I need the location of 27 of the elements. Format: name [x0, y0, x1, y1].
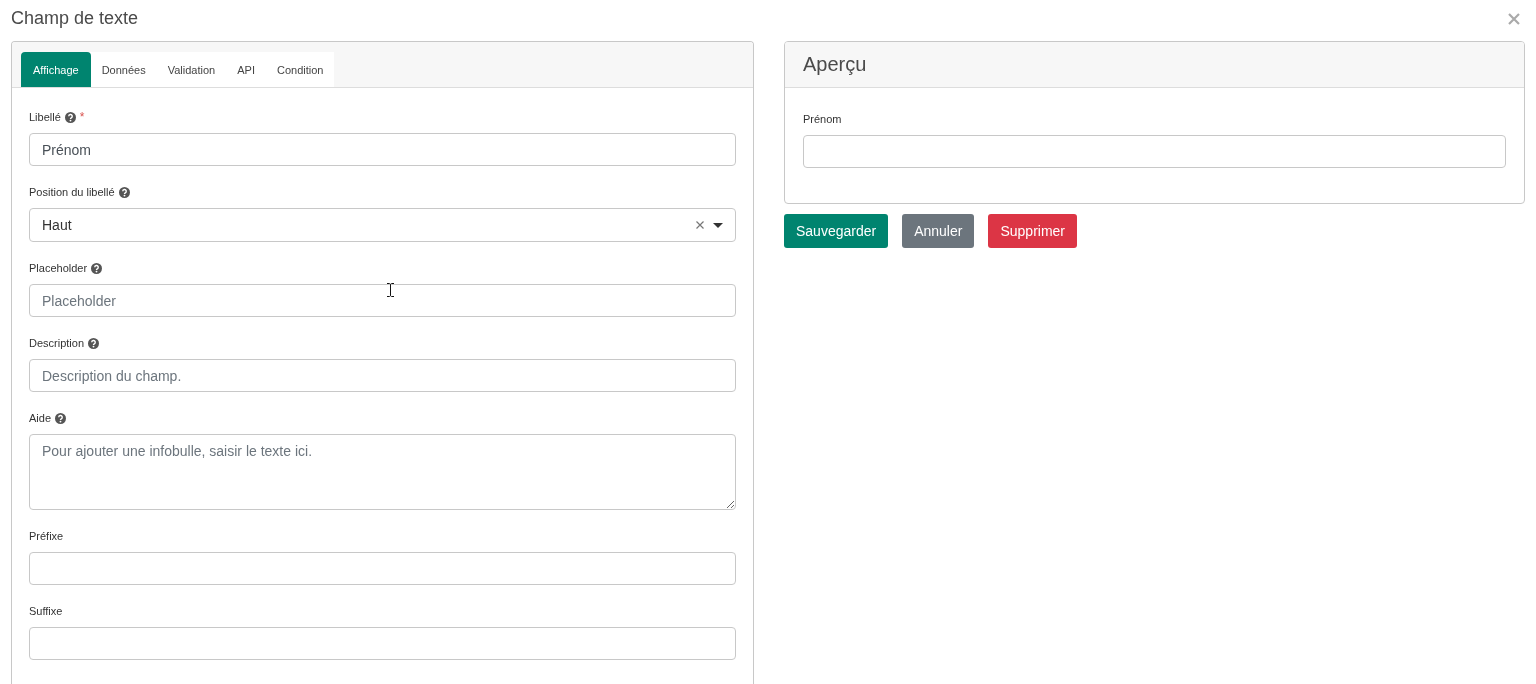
- tab[interactable]: Affichage: [21, 52, 91, 87]
- text-field[interactable]: [29, 552, 736, 585]
- text-field[interactable]: Placeholder: [29, 284, 736, 317]
- text-area[interactable]: Pour ajouter une infobulle, saisir le texte ici.: [29, 434, 736, 510]
- text-field[interactable]: [803, 135, 1506, 168]
- field-label: Prénom: [803, 112, 842, 127]
- field-label: Libellé: [29, 110, 61, 125]
- caret-icon: [713, 222, 723, 228]
- select-field[interactable]: Haut: [29, 208, 736, 242]
- field-label: Aide: [29, 411, 52, 426]
- close-icon[interactable]: [1508, 13, 1520, 25]
- delete-button[interactable]: Supprimer: [988, 214, 1078, 248]
- text-field[interactable]: [29, 627, 736, 660]
- text-cursor-icon: [387, 283, 394, 297]
- field-label: Placeholder: [29, 261, 88, 276]
- text-field[interactable]: Prénom: [29, 133, 736, 166]
- save-button[interactable]: Sauvegarder: [784, 214, 889, 248]
- text-field[interactable]: Description du champ.: [29, 359, 736, 392]
- panel-title: Aperçu: [803, 52, 867, 77]
- field-label: Suffixe: [29, 604, 63, 619]
- dialog-title: Champ de texte: [11, 7, 139, 29]
- field-label: Position du libellé: [29, 185, 115, 200]
- clear-icon[interactable]: [696, 221, 704, 229]
- cancel-button[interactable]: Annuler: [902, 214, 975, 248]
- required-mark: *: [79, 109, 85, 125]
- field-label: Préfixe: [29, 529, 64, 544]
- field-label: Description: [29, 336, 85, 351]
